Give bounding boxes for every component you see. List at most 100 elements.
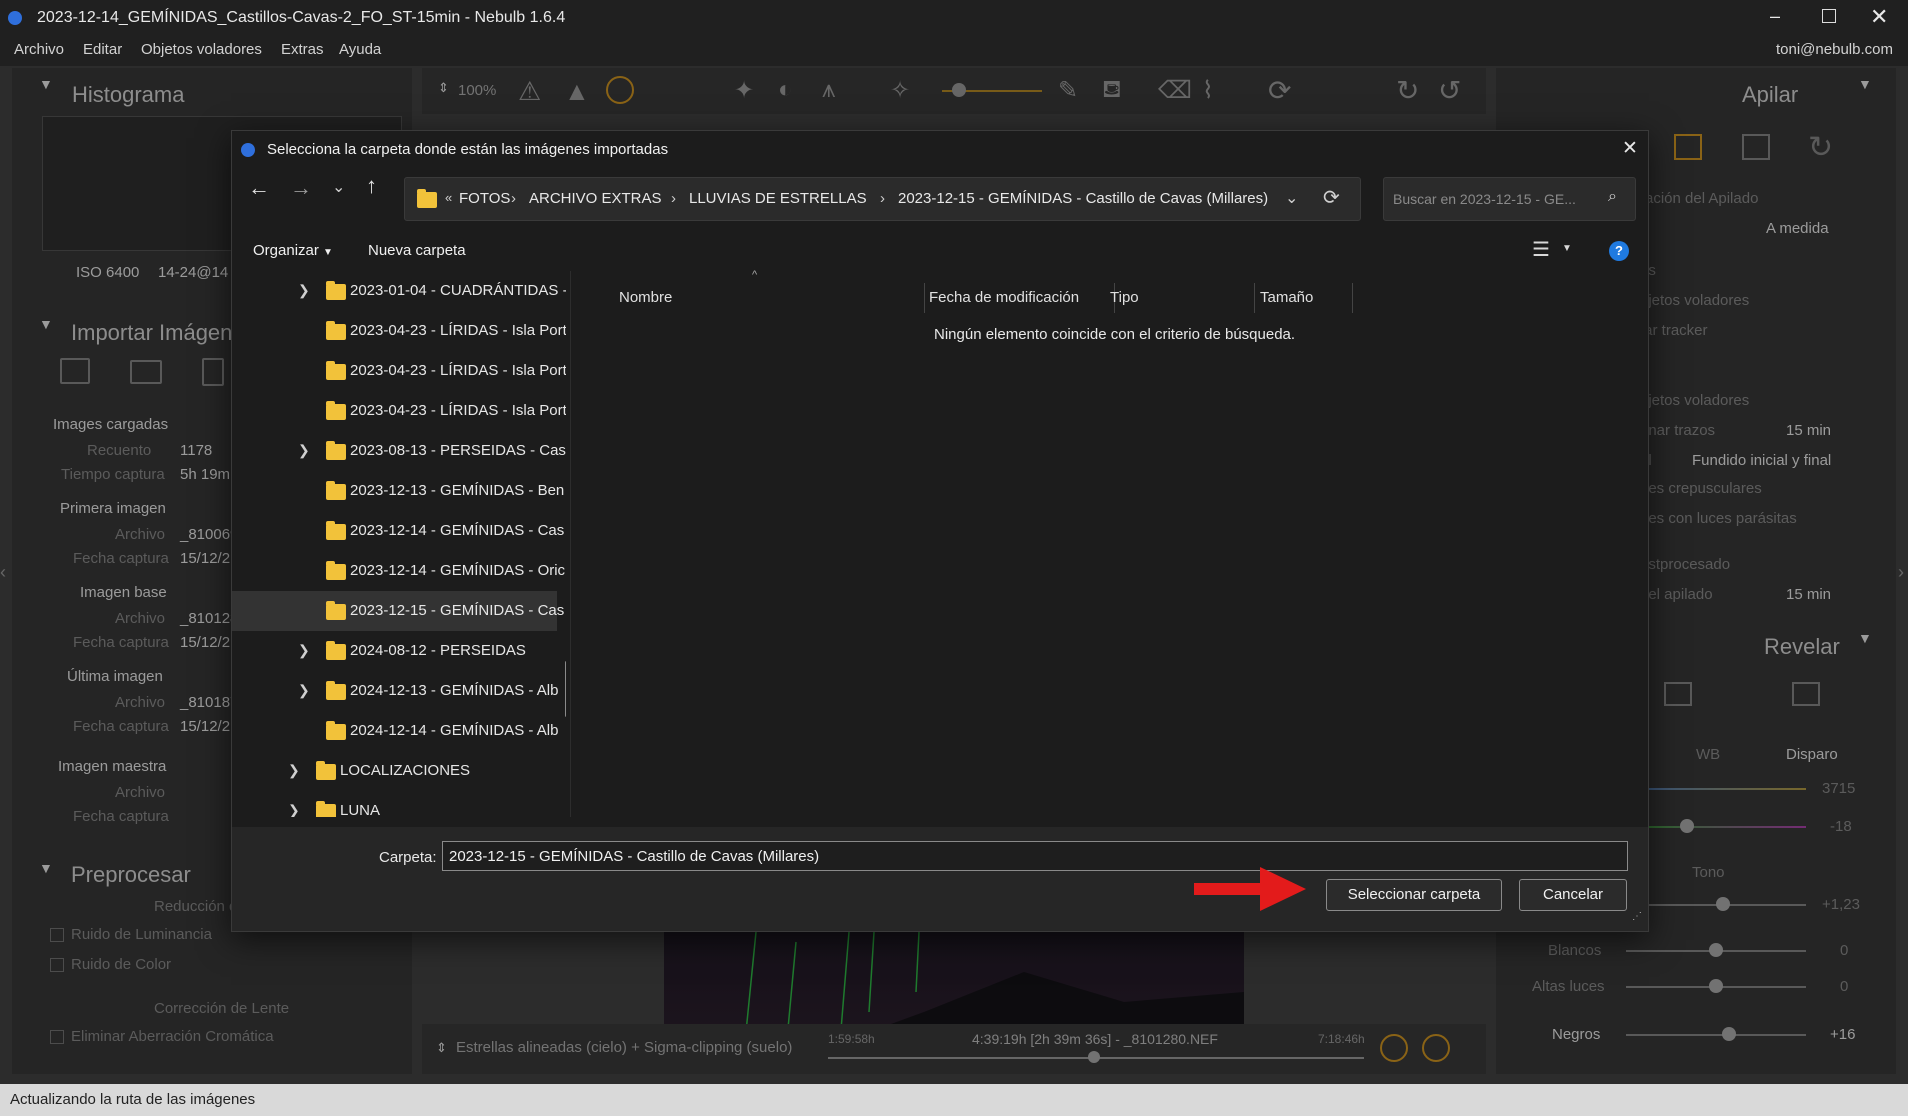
folder-icon bbox=[326, 441, 346, 460]
tree-item-label: LOCALIZACIONES bbox=[340, 762, 471, 779]
breadcrumb-fotos[interactable]: FOTOS bbox=[459, 190, 510, 207]
up-icon[interactable]: ↑ bbox=[366, 173, 377, 199]
expand-chevron-icon[interactable]: ❯ bbox=[298, 442, 310, 459]
expand-chevron-icon[interactable]: ❯ bbox=[298, 642, 310, 659]
tree-item-label: 2023-04-23 - LÍRIDAS - Isla Port bbox=[350, 322, 566, 339]
select-folder-button[interactable]: Seleccionar carpeta bbox=[1326, 879, 1502, 911]
app-icon bbox=[8, 11, 22, 25]
search-icon[interactable]: ⌕ bbox=[1608, 188, 1617, 206]
folder-icon bbox=[326, 401, 346, 420]
tree-item[interactable]: 2023-12-14 - GEMÍNIDAS - Oric bbox=[232, 551, 565, 591]
tree-item-label: LUNA bbox=[340, 802, 381, 817]
breadcrumb-sep-2: › bbox=[671, 190, 676, 207]
search-input-placeholder[interactable]: Buscar en 2023-12-15 - GE... bbox=[1393, 191, 1576, 207]
folder-icon bbox=[326, 681, 346, 700]
dialog-footer: Carpeta: 2023-12-15 - GEMÍNIDAS - Castil… bbox=[232, 827, 1648, 931]
help-icon[interactable]: ? bbox=[1609, 241, 1629, 261]
tree-item[interactable]: ❯ 2024-12-13 - GEMÍNIDAS - Alb bbox=[232, 671, 559, 711]
folder-icon bbox=[326, 721, 346, 740]
folder-icon bbox=[326, 321, 346, 340]
column-divider[interactable] bbox=[1254, 283, 1255, 313]
new-folder-button[interactable]: Nueva carpeta bbox=[368, 242, 466, 259]
view-dropdown-icon[interactable]: ▼ bbox=[1562, 243, 1572, 254]
column-name[interactable]: Nombre bbox=[619, 289, 672, 306]
menu-bar: Archivo Editar Objetos voladores Extras … bbox=[0, 36, 1908, 66]
folder-icon bbox=[326, 361, 346, 380]
column-type[interactable]: Tipo bbox=[1110, 289, 1139, 306]
tree-item[interactable]: 2023-04-23 - LÍRIDAS - Isla Port bbox=[232, 351, 566, 391]
organize-button[interactable]: Organizar ▼ bbox=[253, 242, 333, 259]
dialog-close-button[interactable]: ✕ bbox=[1622, 137, 1638, 160]
tree-item-label: 2023-12-14 - GEMÍNIDAS - Cas bbox=[350, 522, 565, 539]
user-account[interactable]: toni@nebulb.com bbox=[1776, 41, 1893, 58]
menu-ayuda[interactable]: Ayuda bbox=[339, 41, 381, 58]
tree-item[interactable]: 2023-12-13 - GEMÍNIDAS - Ben bbox=[232, 471, 564, 511]
tree-item[interactable]: 2023-12-15 - GEMÍNIDAS - Cas bbox=[232, 591, 564, 631]
tree-item[interactable]: ❯ 2023-08-13 - PERSEIDAS - Cast bbox=[232, 431, 566, 471]
folder-icon bbox=[316, 761, 336, 780]
address-bar[interactable]: « FOTOS › ARCHIVO EXTRAS › LLUVIAS DE ES… bbox=[404, 177, 1361, 221]
tree-item-label: 2024-12-13 - GEMÍNIDAS - Alb bbox=[350, 682, 559, 699]
column-divider[interactable] bbox=[1352, 283, 1353, 313]
column-date-modified[interactable]: Fecha de modificación bbox=[929, 289, 1079, 306]
sort-indicator-icon: ^ bbox=[752, 269, 758, 281]
tree-item-label: 2023-04-23 - LÍRIDAS - Isla Port bbox=[350, 362, 566, 379]
folder-input[interactable]: 2023-12-15 - GEMÍNIDAS - Castillo de Cav… bbox=[442, 841, 1628, 871]
navigation-tree: ❯ 2023-01-04 - CUADRÁNTIDAS - 2023-04-23 -… bbox=[232, 271, 566, 817]
folder-icon bbox=[316, 801, 336, 817]
tree-item-label: 2023-04-23 - LÍRIDAS - Isla Port bbox=[350, 402, 566, 419]
menu-archivo[interactable]: Archivo bbox=[14, 41, 64, 58]
cancel-label: Cancelar bbox=[1542, 886, 1604, 903]
expand-chevron-icon[interactable]: ❯ bbox=[298, 682, 310, 699]
close-window-button[interactable]: ✕ bbox=[1870, 4, 1888, 30]
tree-item[interactable]: 2023-04-23 - LÍRIDAS - Isla Port bbox=[232, 391, 566, 431]
breadcrumb-overflow[interactable]: « bbox=[445, 190, 452, 205]
organize-dropdown-icon: ▼ bbox=[323, 247, 333, 258]
tree-item-label: 2023-12-13 - GEMÍNIDAS - Ben bbox=[350, 482, 565, 499]
search-box[interactable]: Buscar en 2023-12-15 - GE... ⌕ bbox=[1383, 177, 1636, 221]
tree-scrollbar[interactable] bbox=[565, 661, 566, 717]
column-size[interactable]: Tamaño bbox=[1260, 289, 1313, 306]
tree-item[interactable]: ❯ LOCALIZACIONES bbox=[232, 751, 557, 791]
tree-item[interactable]: 2023-04-23 - LÍRIDAS - Isla Port bbox=[232, 311, 566, 351]
view-options-icon[interactable]: ☰ bbox=[1532, 237, 1550, 262]
menu-editar[interactable]: Editar bbox=[83, 41, 122, 58]
back-icon[interactable]: ← bbox=[248, 175, 270, 201]
select-folder-label: Seleccionar carpeta bbox=[1347, 886, 1481, 903]
menu-extras[interactable]: Extras bbox=[281, 41, 324, 58]
forward-icon[interactable]: → bbox=[290, 175, 312, 201]
file-list: ^ Nombre Fecha de modificación Tipo Tama… bbox=[582, 269, 1648, 817]
pane-divider[interactable] bbox=[570, 271, 571, 817]
tree-item-label: 2023-01-04 - CUADRÁNTIDAS - bbox=[350, 282, 566, 299]
status-bar: Actualizando la ruta de las imágenes bbox=[0, 1084, 1908, 1116]
tree-item[interactable]: ❯ 2024-08-12 - PERSEIDAS bbox=[232, 631, 557, 671]
tree-item-label: 2023-08-13 - PERSEIDAS - Cast bbox=[350, 442, 566, 459]
menu-objetos-voladores[interactable]: Objetos voladores bbox=[141, 41, 262, 58]
recent-dropdown-icon[interactable]: ⌄ bbox=[332, 177, 345, 197]
select-folder-dialog: Selecciona la carpeta donde están las im… bbox=[231, 130, 1649, 932]
breadcrumb-lluvias[interactable]: LLUVIAS DE ESTRELLAS bbox=[689, 190, 867, 207]
tree-item[interactable]: 2024-12-14 - GEMÍNIDAS - Alb bbox=[232, 711, 558, 751]
maximize-button[interactable] bbox=[1822, 9, 1836, 23]
status-text: Actualizando la ruta de las imágenes bbox=[10, 1091, 256, 1108]
column-divider[interactable] bbox=[924, 283, 925, 313]
tree-item-label: 2023-12-15 - GEMÍNIDAS - Cas bbox=[350, 602, 565, 619]
tree-item[interactable]: ❯ LUNA bbox=[232, 791, 557, 817]
folder-icon bbox=[326, 641, 346, 660]
breadcrumb-sep-1: › bbox=[511, 190, 516, 207]
resize-grip-icon[interactable]: ⋰ bbox=[1632, 911, 1642, 922]
refresh-icon[interactable]: ⟳ bbox=[1323, 185, 1340, 210]
minimize-button[interactable]: – bbox=[1770, 6, 1780, 27]
tree-item[interactable]: 2023-12-14 - GEMÍNIDAS - Cas bbox=[232, 511, 564, 551]
expand-chevron-icon[interactable]: ❯ bbox=[288, 762, 300, 779]
folder-icon bbox=[326, 281, 346, 300]
address-dropdown-icon[interactable]: ⌄ bbox=[1285, 188, 1298, 208]
tree-item[interactable]: ❯ 2023-01-04 - CUADRÁNTIDAS - bbox=[232, 271, 566, 311]
window-title: 2023-12-14_GEMÍNIDAS_Castillos-Cavas-2_F… bbox=[37, 9, 566, 26]
cancel-button[interactable]: Cancelar bbox=[1519, 879, 1627, 911]
folder-input-value[interactable]: 2023-12-15 - GEMÍNIDAS - Castillo de Cav… bbox=[449, 848, 819, 865]
breadcrumb-archivo-extras[interactable]: ARCHIVO EXTRAS bbox=[529, 190, 662, 207]
expand-chevron-icon[interactable]: ❯ bbox=[298, 282, 310, 299]
breadcrumb-current[interactable]: 2023-12-15 - GEMÍNIDAS - Castillo de Cav… bbox=[898, 190, 1268, 207]
expand-chevron-icon[interactable]: ❯ bbox=[288, 802, 300, 817]
